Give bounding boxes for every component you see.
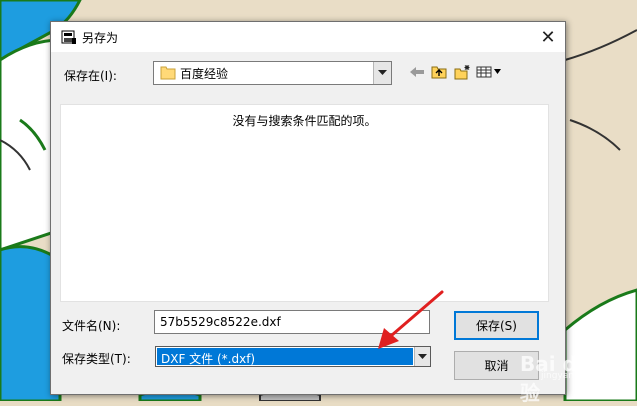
annotation-arrow-icon bbox=[378, 290, 444, 349]
watermark-url: jingyan.baidu.com bbox=[541, 371, 625, 381]
